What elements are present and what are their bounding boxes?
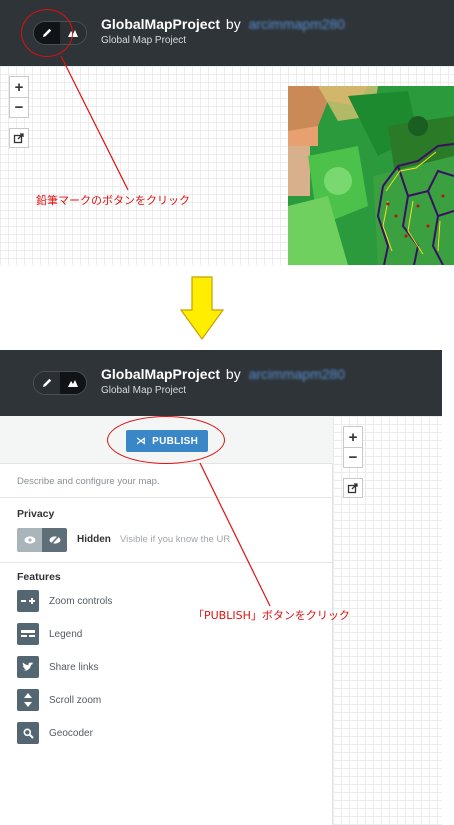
annotation-circle	[107, 416, 225, 464]
privacy-toggle[interactable]	[17, 528, 67, 552]
privacy-state: Hidden	[77, 534, 111, 545]
by-text: by	[225, 16, 241, 32]
annotation-text: 鉛筆マークのボタンをクリック	[36, 194, 190, 207]
divider	[0, 497, 333, 498]
scroll-zoom-icon	[17, 689, 39, 711]
project-title-line: GlobalMapProject by arcimmapm280	[101, 366, 345, 382]
edit-view-toggle[interactable]	[33, 371, 87, 395]
feature-legend[interactable]: Legend	[17, 623, 82, 645]
feature-label: Geocoder	[49, 727, 93, 739]
zoom-control: + −	[343, 426, 363, 468]
zoom-out-button[interactable]: −	[344, 447, 362, 467]
satellite-imagery	[288, 86, 454, 265]
project-title: GlobalMapProject	[101, 366, 221, 382]
map-description-hint: Describe and configure your map.	[17, 476, 160, 487]
project-title: GlobalMapProject	[101, 16, 221, 32]
pencil-icon[interactable]	[34, 372, 60, 394]
annotation-text: 「PUBLISH」ボタンをクリック	[193, 609, 350, 622]
search-icon	[17, 722, 39, 744]
zoom-in-button[interactable]: +	[10, 77, 28, 97]
share-icon	[13, 133, 24, 144]
eye-slash-icon[interactable]	[42, 528, 67, 552]
zoom-out-button[interactable]: −	[10, 97, 28, 117]
eye-icon[interactable]	[17, 528, 42, 552]
divider	[0, 562, 333, 563]
feature-zoom-controls[interactable]: Zoom controls	[17, 590, 112, 612]
username-link[interactable]: arcimmapm280	[249, 366, 345, 382]
project-title-line: GlobalMapProject by arcimmapm280	[101, 16, 345, 32]
zoom-in-button[interactable]: +	[344, 427, 362, 447]
down-arrow-icon	[180, 276, 224, 340]
privacy-description: Visible if you know the UR	[120, 534, 231, 545]
project-subtitle: Global Map Project	[101, 35, 187, 46]
project-subtitle: Global Map Project	[101, 385, 187, 396]
privacy-title: Privacy	[17, 508, 55, 520]
screenshot-after: GlobalMapProject by arcimmapm280 Global …	[0, 350, 442, 825]
legend-icon	[17, 623, 39, 645]
screenshot-before: GlobalMapProject by arcimmapm280 Global …	[0, 0, 454, 265]
share-button[interactable]	[9, 128, 29, 148]
feature-label: Scroll zoom	[49, 694, 102, 706]
feature-label: Zoom controls	[49, 595, 113, 607]
feature-scroll-zoom[interactable]: Scroll zoom	[17, 689, 101, 711]
share-icon	[347, 483, 358, 494]
feature-label: Legend	[49, 628, 83, 640]
features-title: Features	[17, 571, 61, 583]
map-header: GlobalMapProject by arcimmapm280 Global …	[0, 350, 442, 416]
zoom-controls-icon	[17, 590, 39, 612]
feature-geocoder[interactable]: Geocoder	[17, 722, 93, 744]
by-text: by	[225, 366, 241, 382]
share-button[interactable]	[343, 478, 363, 498]
twitter-icon	[17, 656, 39, 678]
zoom-control: + −	[9, 76, 29, 118]
feature-share-links[interactable]: Share links	[17, 656, 98, 678]
username-link[interactable]: arcimmapm280	[249, 16, 345, 32]
view-map-icon[interactable]	[60, 372, 86, 394]
annotation-circle	[21, 9, 73, 57]
feature-label: Share links	[49, 661, 99, 673]
